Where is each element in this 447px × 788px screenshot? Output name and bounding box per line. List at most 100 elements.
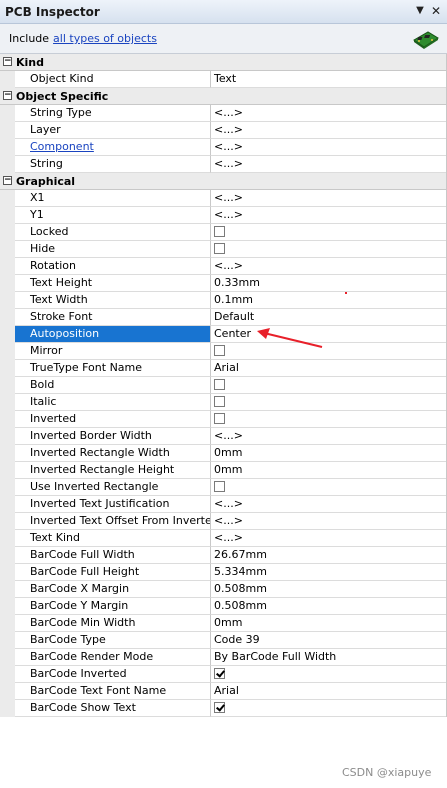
- property-row-barcode-full-height[interactable]: BarCode Full Height 5.334mm: [0, 564, 446, 581]
- filter-link[interactable]: all types of objects: [53, 32, 157, 45]
- property-value-checkbox[interactable]: [211, 241, 446, 258]
- property-value[interactable]: Arial: [211, 683, 446, 700]
- property-value-checkbox[interactable]: [211, 343, 446, 360]
- category-graphical[interactable]: − Graphical: [0, 173, 446, 190]
- property-row-inverted-text-justification[interactable]: Inverted Text Justification <...>: [0, 496, 446, 513]
- checkbox-checked-icon[interactable]: [214, 668, 225, 679]
- checkbox-unchecked-icon[interactable]: [214, 413, 225, 424]
- collapse-toggle-icon[interactable]: −: [3, 91, 12, 100]
- property-value[interactable]: 0.508mm: [211, 581, 446, 598]
- property-value[interactable]: 5.334mm: [211, 564, 446, 581]
- checkbox-unchecked-icon[interactable]: [214, 243, 225, 254]
- property-row-inverted-rectangle-width[interactable]: Inverted Rectangle Width 0mm: [0, 445, 446, 462]
- property-row-barcode-type[interactable]: BarCode Type Code 39: [0, 632, 446, 649]
- checkbox-unchecked-icon[interactable]: [214, 226, 225, 237]
- property-row-locked[interactable]: Locked: [0, 224, 446, 241]
- property-row-text-height[interactable]: Text Height 0.33mm: [0, 275, 446, 292]
- panel-menu-chevron-icon[interactable]: ▼: [413, 4, 427, 18]
- property-value[interactable]: Code 39: [211, 632, 446, 649]
- filter-text: Include all types of objects: [9, 32, 157, 45]
- checkbox-unchecked-icon[interactable]: [214, 379, 225, 390]
- property-row-use-inverted-rectangle[interactable]: Use Inverted Rectangle: [0, 479, 446, 496]
- property-value-checkbox[interactable]: [211, 224, 446, 241]
- property-row-mirror[interactable]: Mirror: [0, 343, 446, 360]
- property-row-inverted[interactable]: Inverted: [0, 411, 446, 428]
- checkbox-checked-icon[interactable]: [214, 702, 225, 713]
- property-value[interactable]: Text: [211, 71, 446, 88]
- property-value-checkbox[interactable]: [211, 411, 446, 428]
- property-value-checkbox[interactable]: [211, 700, 446, 717]
- checkbox-unchecked-icon[interactable]: [214, 345, 225, 356]
- property-value[interactable]: <...>: [211, 139, 446, 156]
- property-row-object-kind[interactable]: Object Kind Text: [0, 71, 446, 88]
- property-row-barcode-render-mode[interactable]: BarCode Render Mode By BarCode Full Width: [0, 649, 446, 666]
- property-row-barcode-text-font-name[interactable]: BarCode Text Font Name Arial: [0, 683, 446, 700]
- property-row-autoposition[interactable]: Autoposition Center: [0, 326, 446, 343]
- property-value[interactable]: Default: [211, 309, 446, 326]
- property-name: Autoposition: [15, 326, 211, 343]
- property-row-text-kind[interactable]: Text Kind <...>: [0, 530, 446, 547]
- property-row-y1[interactable]: Y1 <...>: [0, 207, 446, 224]
- property-value[interactable]: By BarCode Full Width: [211, 649, 446, 666]
- property-value[interactable]: <...>: [211, 496, 446, 513]
- checkbox-unchecked-icon[interactable]: [214, 396, 225, 407]
- property-value-checkbox[interactable]: [211, 394, 446, 411]
- property-name: Text Width: [15, 292, 211, 309]
- close-icon[interactable]: ✕: [429, 4, 443, 18]
- property-row-string-type[interactable]: String Type <...>: [0, 105, 446, 122]
- checkbox-unchecked-icon[interactable]: [214, 481, 225, 492]
- collapse-toggle-icon[interactable]: −: [3, 176, 12, 185]
- collapse-toggle-icon[interactable]: −: [3, 57, 12, 66]
- property-value[interactable]: 0mm: [211, 445, 446, 462]
- property-value-checkbox[interactable]: [211, 666, 446, 683]
- property-value[interactable]: <...>: [211, 105, 446, 122]
- property-row-hide[interactable]: Hide: [0, 241, 446, 258]
- property-value[interactable]: <...>: [211, 258, 446, 275]
- property-row-inverted-border-width[interactable]: Inverted Border Width <...>: [0, 428, 446, 445]
- property-value[interactable]: <...>: [211, 190, 446, 207]
- property-row-barcode-full-width[interactable]: BarCode Full Width 26.67mm: [0, 547, 446, 564]
- property-row-truetype-font-name[interactable]: TrueType Font Name Arial: [0, 360, 446, 377]
- property-row-barcode-inverted[interactable]: BarCode Inverted: [0, 666, 446, 683]
- property-value-checkbox[interactable]: [211, 479, 446, 496]
- property-row-component[interactable]: Component <...>: [0, 139, 446, 156]
- property-row-barcode-y-margin[interactable]: BarCode Y Margin 0.508mm: [0, 598, 446, 615]
- property-value[interactable]: 26.67mm: [211, 547, 446, 564]
- property-row-x1[interactable]: X1 <...>: [0, 190, 446, 207]
- row-gutter: [0, 462, 15, 479]
- property-value[interactable]: <...>: [211, 156, 446, 173]
- category-kind[interactable]: − Kind: [0, 54, 446, 71]
- property-row-stroke-font[interactable]: Stroke Font Default: [0, 309, 446, 326]
- property-name: Layer: [15, 122, 211, 139]
- category-object-specific[interactable]: − Object Specific: [0, 88, 446, 105]
- property-value-checkbox[interactable]: [211, 377, 446, 394]
- property-value[interactable]: Arial: [211, 360, 446, 377]
- property-name: BarCode Full Width: [15, 547, 211, 564]
- property-value[interactable]: <...>: [211, 513, 446, 530]
- property-name: Use Inverted Rectangle: [15, 479, 211, 496]
- property-row-barcode-x-margin[interactable]: BarCode X Margin 0.508mm: [0, 581, 446, 598]
- property-value[interactable]: 0.33mm: [211, 275, 446, 292]
- property-row-string[interactable]: String <...>: [0, 156, 446, 173]
- property-value[interactable]: <...>: [211, 207, 446, 224]
- property-value[interactable]: Center: [211, 326, 446, 343]
- property-row-inverted-text-offset-from-inverte[interactable]: Inverted Text Offset From Inverte... <...…: [0, 513, 446, 530]
- property-row-rotation[interactable]: Rotation <...>: [0, 258, 446, 275]
- property-row-italic[interactable]: Italic: [0, 394, 446, 411]
- property-row-inverted-rectangle-height[interactable]: Inverted Rectangle Height 0mm: [0, 462, 446, 479]
- property-value[interactable]: 0.508mm: [211, 598, 446, 615]
- property-value[interactable]: 0.1mm: [211, 292, 446, 309]
- property-value[interactable]: <...>: [211, 428, 446, 445]
- property-row-barcode-min-width[interactable]: BarCode Min Width 0mm: [0, 615, 446, 632]
- property-value[interactable]: 0mm: [211, 462, 446, 479]
- property-name[interactable]: Component: [15, 139, 211, 156]
- property-row-layer[interactable]: Layer <...>: [0, 122, 446, 139]
- row-gutter: [0, 513, 15, 530]
- property-value[interactable]: <...>: [211, 122, 446, 139]
- property-row-barcode-show-text[interactable]: BarCode Show Text: [0, 700, 446, 717]
- property-row-bold[interactable]: Bold: [0, 377, 446, 394]
- property-row-text-width[interactable]: Text Width 0.1mm: [0, 292, 446, 309]
- property-name: Stroke Font: [15, 309, 211, 326]
- property-value[interactable]: 0mm: [211, 615, 446, 632]
- property-value[interactable]: <...>: [211, 530, 446, 547]
